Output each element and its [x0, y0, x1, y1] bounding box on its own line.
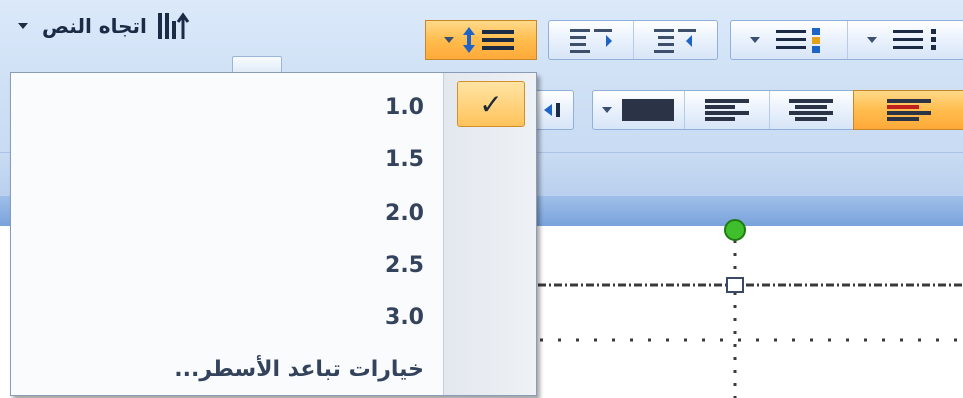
line-spacing-menu: ✓ 1.0 1.5 2.0 2.5 3.0 خيارات تباعد الأسط…: [10, 72, 537, 396]
menu-item-2-5[interactable]: 2.5: [11, 239, 444, 291]
menu-item-1-0[interactable]: 1.0: [11, 81, 444, 133]
line-spacing-options-item[interactable]: خيارات تباعد الأسطر...: [11, 343, 444, 395]
menu-item-1-5[interactable]: 1.5: [11, 133, 444, 185]
menu-item-3-0[interactable]: 3.0: [11, 291, 444, 343]
menu-item-2-0[interactable]: 2.0: [11, 187, 444, 239]
checkmark-icon: ✓: [457, 81, 525, 127]
rotation-handle: [724, 219, 746, 241]
resize-handle: [726, 277, 744, 293]
